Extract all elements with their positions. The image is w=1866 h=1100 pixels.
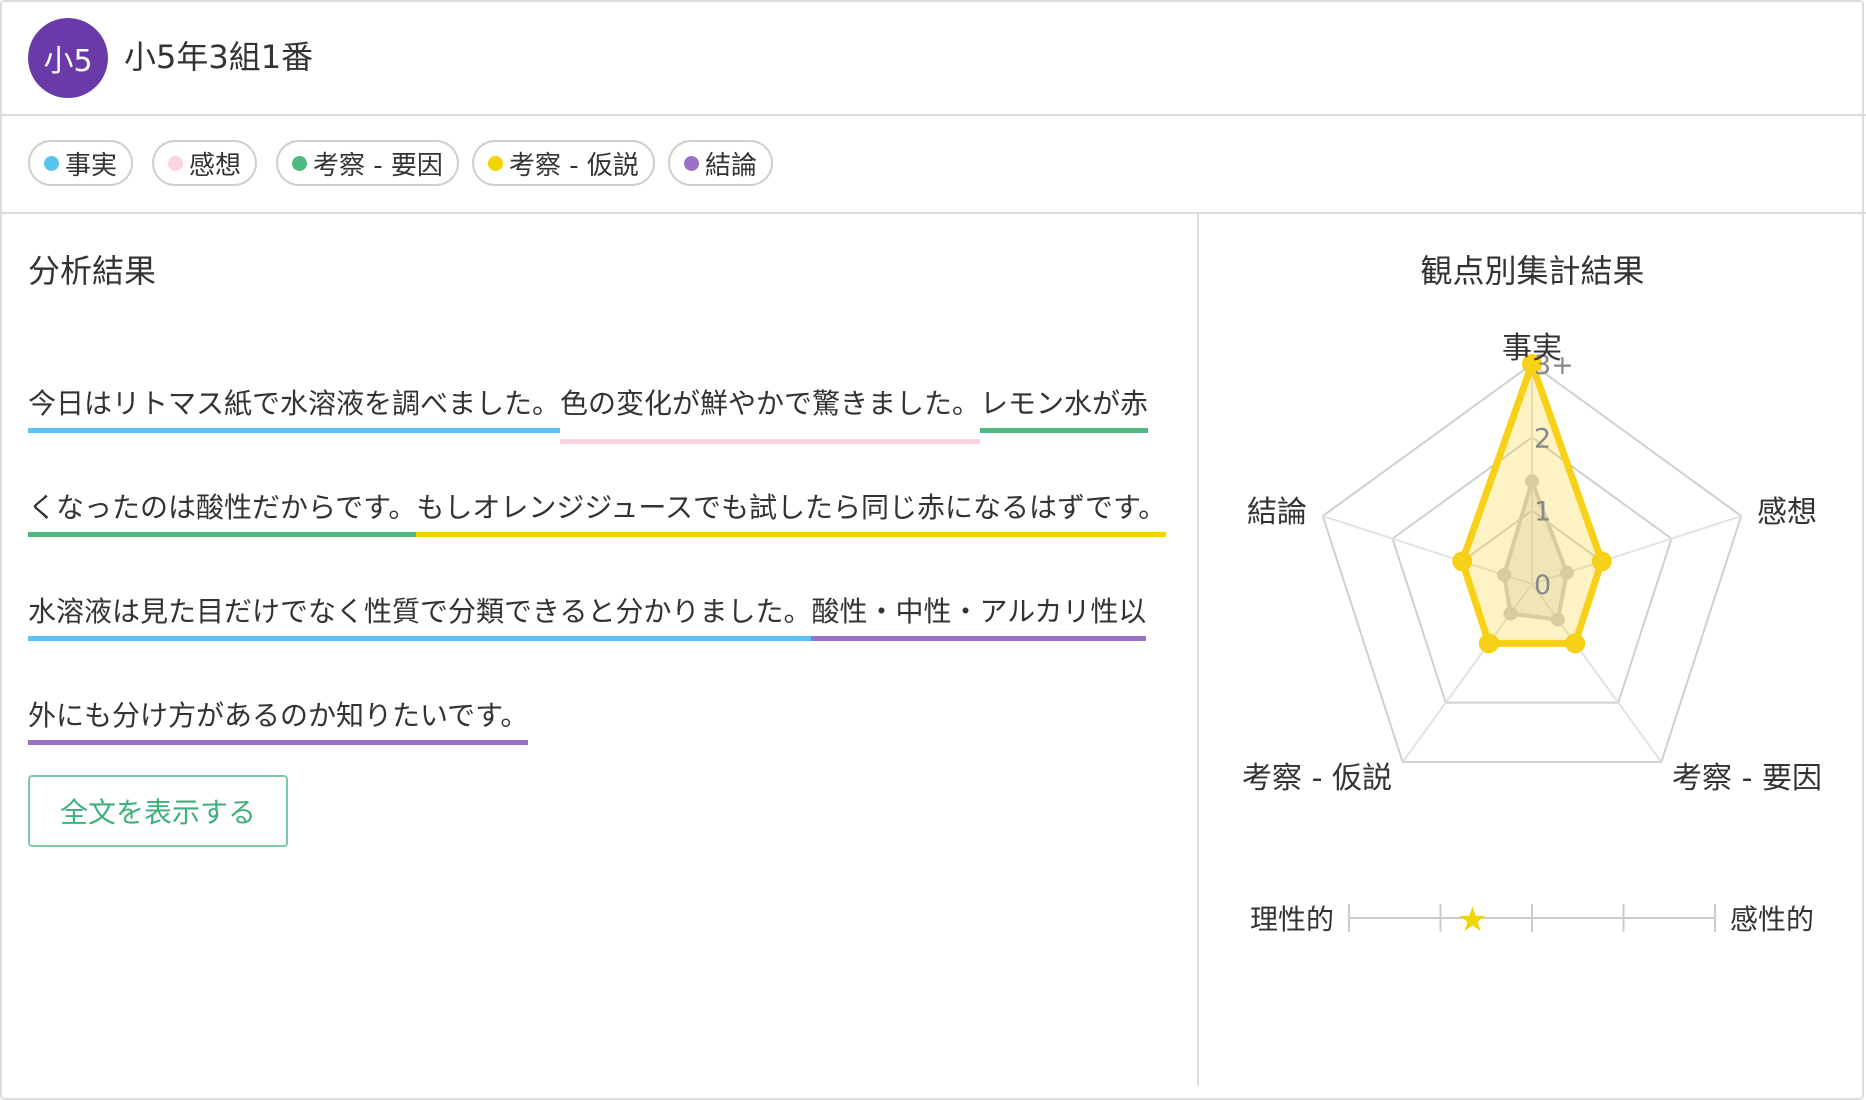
radar-axis-label: 考察 - 要因 (1672, 761, 1822, 796)
hypothesis-dot-icon (488, 155, 503, 171)
impression-dot-icon (168, 155, 183, 171)
radar-axis-label: 事実 (1502, 331, 1562, 366)
category-legend: 事実 感想 考察 - 要因 考察 - 仮説 結論 (0, 116, 1866, 214)
avatar: 小5 (28, 18, 108, 98)
legend-chip-label: 結論 (705, 150, 758, 181)
radar-point (1478, 633, 1499, 654)
scale-label-rational: 理性的 (1250, 903, 1334, 936)
radar-axis-label: 感想 (1757, 495, 1817, 530)
student-name: 小5年3組1番 (124, 38, 314, 76)
student-header: 小5 小5年3組1番 (0, 0, 1866, 116)
legend-chip-label: 感想 (189, 150, 242, 181)
legend-chip-hypothesis[interactable]: 考察 - 仮説 (472, 140, 655, 186)
legend-chip-fact[interactable]: 事実 (28, 140, 134, 186)
legend-chip-label: 考察 - 仮説 (509, 150, 639, 181)
radar-point (1565, 633, 1586, 654)
legend-chip-label: 考察 - 要因 (313, 150, 443, 181)
radar-axis-label: 結論 (1247, 495, 1307, 530)
segment-impression: 色の変化が鮮やかで驚きました。 (560, 387, 981, 444)
show-full-text-button[interactable]: 全文を表示する (28, 775, 288, 847)
radar-tick-label: 0 (1534, 570, 1551, 601)
analysis-title: 分析結果 (28, 252, 157, 290)
segment-hypothesis: もしオレンジジュースでも試したら同じ赤になるはずです。 (416, 491, 1167, 537)
star-icon: ★ (1457, 900, 1487, 940)
radar-tick-label: 1 (1534, 497, 1551, 528)
radar-tick-label: 2 (1534, 423, 1551, 454)
radar-series-area (1458, 360, 1606, 647)
analysis-panel: 分析結果 今日はリトマス紙で水溶液を調べました。色の変化が鮮やかで驚きました。レ… (0, 214, 1199, 1086)
fact-dot-icon (44, 155, 59, 171)
conclusion-dot-icon (684, 155, 699, 171)
segment-fact: 今日はリトマス紙で水溶液を調べました。 (28, 387, 561, 433)
segment-fact: 水溶液は見た目だけでなく性質で分類できると分かりました。 (28, 595, 812, 641)
radar-chart: 0123+事実感想考察 - 要因考察 - 仮説結論理性的 感性的★ (1242, 331, 1822, 940)
legend-chip-cause[interactable]: 考察 - 要因 (276, 140, 459, 186)
radar-point (1452, 551, 1473, 572)
analysis-text: 今日はリトマス紙で水溶液を調べました。色の変化が鮮やかで驚きました。レモン水が赤… (28, 352, 1168, 768)
summary-panel: 観点別集計結果 0 1 2 3+ 事実 感想 考察 - 要因 考察 - 仮説 結論 理性的 感性的 ★ (1199, 214, 1866, 1086)
legend-chip-label: 事実 (65, 150, 118, 181)
cause-dot-icon (292, 155, 307, 171)
legend-chip-impression[interactable]: 感想 (152, 140, 258, 186)
radar-axis-label: 考察 - 仮説 (1242, 761, 1392, 796)
radar-point (1591, 551, 1612, 572)
scale-label-emotional: 感性的 (1730, 903, 1814, 936)
legend-chip-conclusion[interactable]: 結論 (668, 140, 774, 186)
